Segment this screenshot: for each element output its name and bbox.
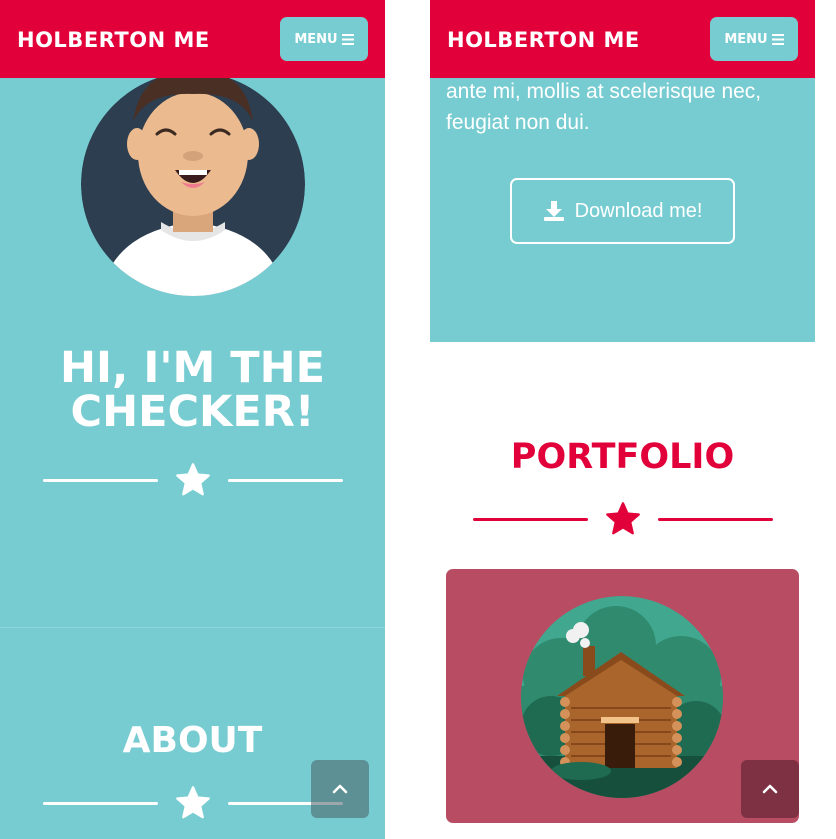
about-divider — [43, 785, 343, 821]
avatar — [81, 72, 305, 296]
cabin-illustration — [521, 596, 723, 798]
scroll-top-button[interactable] — [741, 760, 799, 818]
menu-button[interactable]: MENU — [280, 17, 368, 61]
section-separator — [0, 627, 385, 628]
brand-logo[interactable]: HOLBERTON ME — [17, 28, 210, 52]
left-phone-screen: HOLBERTON ME MENU HI, I'M THE CHECKER! A… — [0, 0, 385, 839]
download-label: Download me! — [574, 199, 703, 222]
divider-line-left — [43, 479, 158, 482]
star-icon — [176, 463, 210, 496]
star-icon — [606, 502, 640, 535]
divider-line-left — [43, 802, 158, 805]
navbar: HOLBERTON ME MENU — [430, 0, 815, 78]
about-text-line2: feugiat non dui. — [446, 111, 590, 134]
menu-button[interactable]: MENU — [710, 17, 798, 61]
hamburger-icon — [341, 33, 354, 45]
about-text-line1: ante mi, mollis at scelerisque nec, — [446, 80, 762, 103]
scroll-top-button[interactable] — [311, 760, 369, 818]
about-text: ante mi, mollis at scelerisque nec, feug… — [446, 76, 801, 138]
download-icon — [543, 201, 564, 221]
brand-logo[interactable]: HOLBERTON ME — [447, 28, 640, 52]
chevron-up-icon — [762, 784, 778, 794]
hero-title-line1: HI, I'M THE — [60, 343, 325, 393]
menu-label: MENU — [294, 31, 338, 47]
divider-line-right — [658, 518, 773, 521]
about-title: ABOUT — [122, 720, 263, 761]
portfolio-divider — [473, 501, 773, 537]
star-icon — [176, 786, 210, 819]
right-phone-screen: HOLBERTON ME MENU ante mi, mollis at sce… — [430, 0, 815, 839]
hero-title: HI, I'M THE CHECKER! — [0, 346, 385, 434]
hero-title-line2: CHECKER! — [70, 387, 315, 437]
navbar: HOLBERTON ME MENU — [0, 0, 385, 78]
download-button[interactable]: Download me! — [510, 178, 735, 244]
hero-divider — [43, 462, 343, 498]
divider-line-left — [473, 518, 588, 521]
hamburger-icon — [771, 33, 784, 45]
chevron-up-icon — [332, 784, 348, 794]
portfolio-title: PORTFOLIO — [510, 437, 735, 477]
menu-label: MENU — [724, 31, 768, 47]
divider-line-right — [228, 479, 343, 482]
